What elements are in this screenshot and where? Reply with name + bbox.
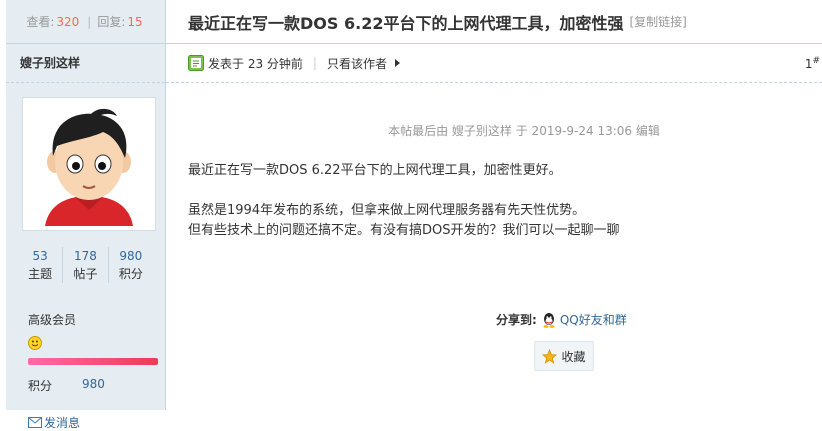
- stat-value[interactable]: 980: [109, 247, 153, 265]
- floor-suffix: #: [812, 56, 820, 66]
- stat-label: 主题: [28, 267, 53, 281]
- copy-link-button[interactable]: [复制链接]: [629, 13, 686, 30]
- points-label: 积分: [28, 379, 53, 393]
- post-content: 最近正在写一款DOS 6.22平台下的上网代理工具，加密性更好。 虽然是1994…: [166, 161, 822, 241]
- replies-count: 15: [127, 14, 143, 29]
- mail-icon: [28, 417, 42, 428]
- member-level: 高级会员: [28, 313, 77, 327]
- level-progress-bar: [28, 358, 158, 365]
- favorite-button[interactable]: 收藏: [534, 341, 594, 371]
- views-count: 320: [56, 14, 80, 29]
- post-paragraph: 最近正在写一款DOS 6.22平台下的上网代理工具，加密性更好。: [188, 163, 562, 178]
- edit-note: 本帖最后由 嫂子别这样 于 2019-9-24 13:06 编辑: [388, 124, 660, 138]
- thread-stats: 查看: 320 | 回复: 15: [6, 0, 165, 44]
- send-message-link[interactable]: 发消息: [28, 414, 165, 431]
- send-message-label[interactable]: 发消息: [44, 414, 80, 431]
- stat-value[interactable]: 53: [18, 247, 62, 265]
- qq-icon[interactable]: [541, 312, 557, 328]
- post-main: 最近正在写一款DOS 6.22平台下的上网代理工具，加密性强 [复制链接] 发表…: [166, 0, 822, 410]
- points-row: 积分 980: [28, 377, 165, 394]
- stat-posts[interactable]: 178 帖子: [63, 247, 109, 283]
- share-qq-link[interactable]: QQ好友和群: [560, 311, 627, 328]
- avatar[interactable]: [27, 102, 151, 226]
- floor-number[interactable]: 1#: [805, 56, 820, 71]
- meta-divider: |: [312, 56, 317, 70]
- stat-points[interactable]: 980 积分: [109, 247, 153, 283]
- author-name[interactable]: 嫂子别这样: [6, 44, 165, 83]
- post-paragraph: 但有些技术上的问题还搞不定。有没有搞DOS开发的？我们可以一起聊一聊: [188, 223, 620, 238]
- post-meta: 发表于 23 分钟前 | 只看该作者 1#: [166, 44, 822, 83]
- thread-title: 最近正在写一款DOS 6.22平台下的上网代理工具，加密性强: [188, 13, 624, 33]
- points-value: 980: [82, 377, 105, 391]
- arrow-right-icon: [394, 59, 400, 67]
- post-icon: [188, 55, 204, 71]
- stat-topics[interactable]: 53 主题: [18, 247, 64, 283]
- stat-label: 帖子: [73, 267, 98, 281]
- replies-label: 回复:: [97, 15, 126, 29]
- author-stats: 53 主题 178 帖子 980 积分: [18, 247, 153, 283]
- star-icon: [542, 348, 558, 364]
- posted-time: 发表于 23 分钟前: [208, 56, 303, 71]
- favorite-label[interactable]: 收藏: [561, 348, 585, 365]
- stat-label: 积分: [118, 267, 143, 281]
- smiley-icon: [28, 336, 42, 350]
- author-sidebar: 查看: 320 | 回复: 15 嫂子别这样 53 主题 178 帖子 980 …: [6, 0, 166, 430]
- stats-divider: |: [87, 14, 92, 29]
- post-paragraph: 虽然是1994年发布的系统，但拿来做上网代理服务器有先天性优势。: [188, 203, 586, 218]
- views-label: 查看:: [26, 15, 55, 29]
- thread-title-row: 最近正在写一款DOS 6.22平台下的上网代理工具，加密性强 [复制链接]: [166, 0, 822, 44]
- only-author-link[interactable]: 只看该作者: [327, 55, 387, 72]
- avatar-frame[interactable]: [22, 97, 156, 231]
- share-row: 分享到: QQ好友和群: [496, 311, 627, 328]
- stat-value[interactable]: 178: [63, 247, 107, 265]
- share-label: 分享到:: [496, 313, 537, 327]
